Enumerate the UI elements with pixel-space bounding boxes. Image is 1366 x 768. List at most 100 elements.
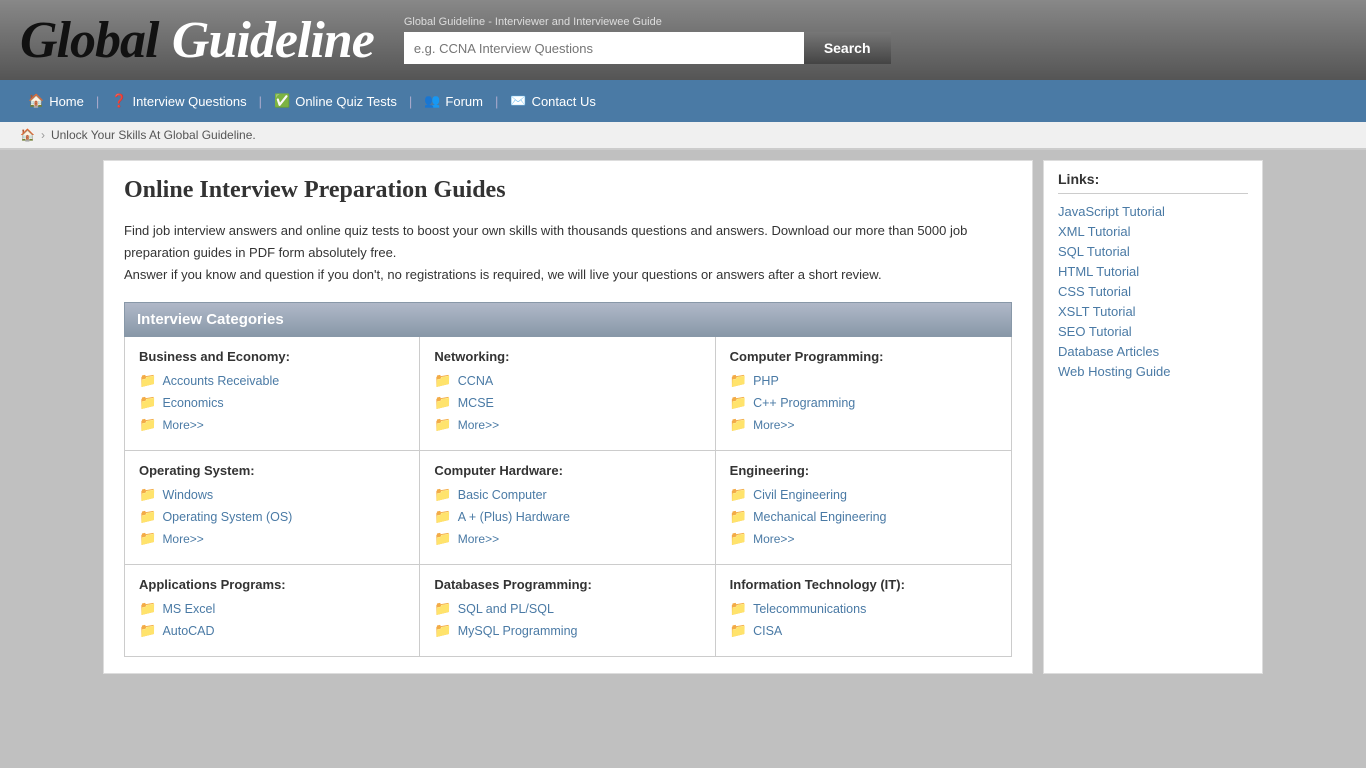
link-mechanical-engineering[interactable]: Mechanical Engineering (753, 510, 886, 524)
nav-home[interactable]: 🏠 Home (20, 81, 92, 121)
cat-apps-title: Applications Programs: (139, 577, 405, 592)
logo-guideline: Guideline (172, 12, 374, 69)
sidebar-link-html[interactable]: HTML Tutorial (1058, 264, 1248, 279)
link-cpp[interactable]: C++ Programming (753, 396, 855, 410)
folder-icon: 📁 (434, 394, 451, 411)
folder-icon: 📁 (139, 508, 156, 525)
question-icon: ❓ (111, 93, 127, 109)
sidebar-link-hosting[interactable]: Web Hosting Guide (1058, 364, 1248, 379)
link-autocad[interactable]: AutoCAD (162, 624, 214, 638)
nav-interview-questions[interactable]: ❓ Interview Questions (103, 81, 254, 121)
main-content: Online Interview Preparation Guides Find… (103, 160, 1033, 674)
category-row-2: Operating System: 📁 Windows 📁 Operating … (125, 451, 1011, 565)
folder-icon: 📁 (139, 394, 156, 411)
link-more-engineering[interactable]: More>> (753, 532, 794, 546)
link-more-programming[interactable]: More>> (753, 418, 794, 432)
link-aplus[interactable]: A + (Plus) Hardware (458, 510, 570, 524)
cat-item-economics: 📁 Economics (139, 394, 405, 411)
cat-more-networking: 📁 More>> (434, 416, 700, 433)
cat-databases-title: Databases Programming: (434, 577, 700, 592)
folder-icon: 📁 (434, 600, 451, 617)
layout: Online Interview Preparation Guides Find… (83, 150, 1283, 684)
cat-hardware: Computer Hardware: 📁 Basic Computer 📁 A … (420, 451, 715, 564)
link-telecommunications[interactable]: Telecommunications (753, 602, 866, 616)
logo-global: Global (20, 12, 158, 69)
link-economics[interactable]: Economics (162, 396, 223, 410)
nav-sep-4: | (495, 94, 498, 109)
logo-area: Global Guideline (20, 14, 374, 67)
logo: Global Guideline (20, 14, 374, 67)
cat-os: Operating System: 📁 Windows 📁 Operating … (125, 451, 420, 564)
quiz-icon: ✅ (274, 93, 290, 109)
cat-it-title: Information Technology (IT): (730, 577, 997, 592)
nav-sep-2: | (259, 94, 262, 109)
sidebar-link-css[interactable]: CSS Tutorial (1058, 284, 1248, 299)
link-basic-computer[interactable]: Basic Computer (458, 488, 547, 502)
link-ccna[interactable]: CCNA (458, 374, 493, 388)
cat-more-hardware: 📁 More>> (434, 530, 700, 547)
sidebar-link-db[interactable]: Database Articles (1058, 344, 1248, 359)
link-cisa[interactable]: CISA (753, 624, 782, 638)
contact-icon: ✉️ (510, 93, 526, 109)
cat-item-php: 📁 PHP (730, 372, 997, 389)
category-row-3: Applications Programs: 📁 MS Excel 📁 Auto… (125, 565, 1011, 656)
main-nav: 🏠 Home | ❓ Interview Questions | ✅ Onlin… (0, 80, 1366, 122)
link-more-hardware[interactable]: More>> (458, 532, 499, 546)
link-os[interactable]: Operating System (OS) (162, 510, 292, 524)
breadcrumb-wrapper: 🏠 › Unlock Your Skills At Global Guideli… (0, 122, 1366, 150)
folder-icon: 📁 (434, 622, 451, 639)
cat-item-mcse: 📁 MCSE (434, 394, 700, 411)
sidebar-link-js[interactable]: JavaScript Tutorial (1058, 204, 1248, 219)
search-form: Search (404, 32, 891, 64)
nav-quiz[interactable]: ✅ Online Quiz Tests (266, 81, 405, 121)
cat-item-ccna: 📁 CCNA (434, 372, 700, 389)
folder-icon: 📁 (139, 486, 156, 503)
breadcrumb: 🏠 › Unlock Your Skills At Global Guideli… (0, 122, 1366, 149)
folder-icon: 📁 (434, 416, 451, 433)
search-tagline: Global Guideline - Interviewer and Inter… (404, 16, 891, 28)
link-accounts-receivable[interactable]: Accounts Receivable (162, 374, 279, 388)
link-mcse[interactable]: MCSE (458, 396, 494, 410)
link-windows[interactable]: Windows (162, 488, 213, 502)
sidebar-link-sql[interactable]: SQL Tutorial (1058, 244, 1248, 259)
sidebar-link-xml[interactable]: XML Tutorial (1058, 224, 1248, 239)
link-more-business[interactable]: More>> (162, 418, 203, 432)
cat-programming-title: Computer Programming: (730, 349, 997, 364)
home-icon: 🏠 (28, 93, 44, 109)
link-more-networking[interactable]: More>> (458, 418, 499, 432)
nav-contact[interactable]: ✉️ Contact Us (502, 81, 604, 121)
cat-item-telecom: 📁 Telecommunications (730, 600, 997, 617)
cat-it: Information Technology (IT): 📁 Telecommu… (716, 565, 1011, 656)
cat-item-os: 📁 Operating System (OS) (139, 508, 405, 525)
breadcrumb-home[interactable]: 🏠 (20, 128, 35, 142)
nav-sep-1: | (96, 94, 99, 109)
cat-item-sql: 📁 SQL and PL/SQL (434, 600, 700, 617)
link-php[interactable]: PHP (753, 374, 779, 388)
folder-icon: 📁 (730, 486, 747, 503)
categories-header: Interview Categories (124, 302, 1012, 337)
folder-icon: 📁 (434, 486, 451, 503)
search-button[interactable]: Search (804, 32, 891, 64)
search-area: Global Guideline - Interviewer and Inter… (404, 16, 891, 64)
cat-more-programming: 📁 More>> (730, 416, 997, 433)
cat-programming: Computer Programming: 📁 PHP 📁 C++ Progra… (716, 337, 1011, 450)
cat-item-mysql: 📁 MySQL Programming (434, 622, 700, 639)
categories-grid: Business and Economy: 📁 Accounts Receiva… (124, 337, 1012, 657)
folder-icon: 📁 (730, 530, 747, 547)
breadcrumb-home-icon: 🏠 (20, 128, 35, 142)
nav-forum[interactable]: 👥 Forum (416, 81, 491, 121)
folder-icon: 📁 (139, 622, 156, 639)
cat-item-autocad: 📁 AutoCAD (139, 622, 405, 639)
folder-icon: 📁 (139, 372, 156, 389)
cat-item-windows: 📁 Windows (139, 486, 405, 503)
search-input[interactable] (404, 32, 804, 64)
sidebar-link-seo[interactable]: SEO Tutorial (1058, 324, 1248, 339)
link-civil-engineering[interactable]: Civil Engineering (753, 488, 847, 502)
link-mysql[interactable]: MySQL Programming (458, 624, 578, 638)
link-sql[interactable]: SQL and PL/SQL (458, 602, 554, 616)
folder-icon: 📁 (139, 416, 156, 433)
cat-item-cpp: 📁 C++ Programming (730, 394, 997, 411)
sidebar-link-xslt[interactable]: XSLT Tutorial (1058, 304, 1248, 319)
link-ms-excel[interactable]: MS Excel (162, 602, 215, 616)
link-more-os[interactable]: More>> (162, 532, 203, 546)
